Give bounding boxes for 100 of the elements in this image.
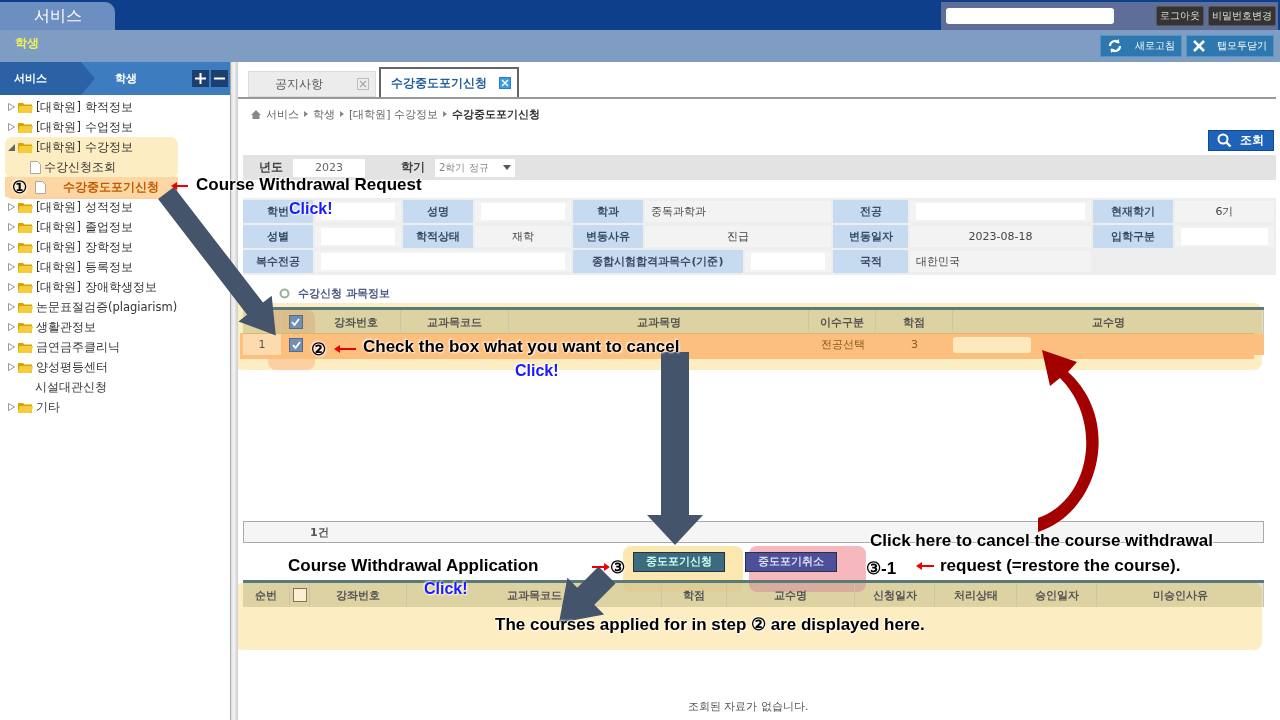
folder-icon	[18, 100, 33, 114]
field-label: 성명	[403, 200, 473, 223]
collapsed-icon[interactable]	[8, 303, 15, 311]
folder-icon	[18, 300, 33, 314]
folder-icon	[18, 320, 33, 334]
field-label: 종합시험합격과목수(기준)	[573, 250, 743, 273]
tree-item[interactable]: 생활관정보	[0, 317, 100, 337]
header-button[interactable]: 로그아웃	[1156, 6, 1204, 26]
click-hint: Click!	[515, 362, 559, 380]
folder-icon	[18, 280, 33, 294]
toolbar-button[interactable]: 탭모두닫기	[1186, 35, 1274, 57]
field-label: 복수전공	[243, 250, 313, 273]
field-label: 현재학기	[1093, 200, 1173, 223]
tree-item[interactable]: [대학원] 장학정보	[0, 237, 137, 257]
tree-item[interactable]: 시설대관신청	[0, 377, 111, 397]
field-label: 전공	[833, 200, 908, 223]
breadcrumb-item[interactable]: 학생	[313, 106, 335, 122]
collapsed-icon[interactable]	[8, 103, 15, 111]
field-label: 학적상태	[403, 225, 473, 248]
collapsed-icon[interactable]	[8, 243, 15, 251]
annotation-text: Check the box what you want to cancel	[363, 337, 680, 357]
close-icon	[1193, 40, 1205, 52]
arrow	[916, 562, 935, 570]
filter-label: 년도	[259, 159, 283, 176]
arrow	[334, 345, 357, 353]
annotation-text: Click here to cancel the course withdrawal	[870, 531, 1213, 551]
row-count: 1건	[310, 524, 329, 540]
header-button[interactable]: 비밀번호변경	[1208, 6, 1276, 26]
expand-all-icon[interactable]	[192, 70, 209, 87]
semester-dropdown[interactable]: 2학기 정규	[435, 158, 515, 177]
breadcrumb-item: 수강중도포기신청	[452, 106, 541, 122]
tree-item[interactable]: 양성평등센터	[0, 357, 112, 377]
step-marker: ①	[12, 177, 27, 198]
action-button[interactable]: 중도포기취소	[745, 551, 837, 572]
collapse-all-icon[interactable]	[211, 70, 228, 87]
tree-item[interactable]: [대학원] 학적정보	[0, 97, 137, 117]
section-icon	[279, 287, 290, 299]
close-icon[interactable]	[499, 77, 511, 89]
field-value: 진급	[645, 226, 831, 247]
separator-icon	[340, 111, 344, 117]
field-value: 2023-08-18	[910, 226, 1091, 247]
folder-icon	[18, 220, 33, 234]
field-label: 학과	[573, 200, 643, 223]
section-title: 수강신청 과목정보	[298, 285, 390, 301]
field-value: 중독과학과	[645, 201, 831, 222]
role-title: 학생	[15, 34, 39, 52]
tree-item[interactable]: 기타	[0, 397, 64, 417]
collapsed-icon[interactable]	[8, 323, 15, 331]
tree-item[interactable]: 논문표절검증(plagiarism)	[0, 297, 182, 317]
home-icon	[251, 109, 261, 119]
breadcrumb-item[interactable]: 서비스	[266, 106, 299, 122]
step-marker: ③-1	[866, 558, 897, 579]
close-icon[interactable]	[357, 78, 369, 90]
collapsed-icon[interactable]	[8, 343, 15, 351]
row-checkbox[interactable]	[289, 337, 303, 352]
tab[interactable]: 수강중도포기신청	[379, 67, 519, 97]
folder-icon	[18, 360, 33, 374]
tree-item[interactable]: [대학원] 등록정보	[0, 257, 137, 277]
field-label: 변동일자	[833, 225, 908, 248]
search-icon	[1217, 133, 1232, 148]
field-label: 국적	[833, 250, 908, 273]
folder-icon	[18, 340, 33, 354]
year-field[interactable]: 2023	[293, 158, 365, 177]
collapsed-icon[interactable]	[8, 363, 15, 371]
sidebar-path: 학생	[115, 71, 138, 86]
collapsed-icon[interactable]	[8, 263, 15, 271]
collapsed-icon[interactable]	[8, 223, 15, 231]
collapsed-icon[interactable]	[8, 123, 15, 131]
collapsed-icon[interactable]	[8, 403, 15, 411]
annotation-text: Course Withdrawal Request	[196, 175, 422, 195]
tree-item[interactable]: [대학원] 장애학생정보	[0, 277, 161, 297]
folder-icon	[18, 120, 33, 134]
field-label: 변동사유	[573, 225, 643, 248]
caret-icon	[503, 165, 511, 170]
field-value: 6기	[1175, 201, 1274, 222]
breadcrumb-item[interactable]: [대학원] 수강정보	[349, 106, 439, 122]
click-hint: Click!	[424, 580, 468, 598]
toolbar-button[interactable]: 새로고침	[1100, 35, 1182, 57]
annotation-text: Course Withdrawal Application	[288, 556, 539, 576]
tree-item[interactable]: [대학원] 졸업정보	[0, 217, 137, 237]
click-hint: Click!	[289, 200, 333, 218]
document-icon	[30, 160, 41, 174]
field-label: 성별	[243, 225, 313, 248]
tree-item[interactable]: 수강신청조회	[0, 157, 120, 177]
folder-icon	[18, 400, 33, 414]
collapsed-icon[interactable]	[8, 283, 15, 291]
step-marker: ②	[311, 339, 326, 360]
annotation-text: The courses applied for in step ② are displayed here.	[495, 614, 925, 635]
collapsed-icon[interactable]	[8, 203, 15, 211]
tree-item[interactable]: [대학원] 수업정보	[0, 117, 137, 137]
tab[interactable]: 공지사항	[248, 71, 376, 97]
search-button[interactable]: 조회	[1208, 130, 1274, 151]
field-value: 재학	[475, 226, 571, 247]
action-button[interactable]: 중도포기신청	[633, 551, 725, 572]
refresh-icon	[1107, 38, 1123, 54]
filter-label: 학기	[401, 159, 425, 176]
field-label: 입학구분	[1093, 225, 1173, 248]
row-number[interactable]: 1	[243, 334, 281, 355]
tree-item[interactable]: [대학원] 성적정보	[0, 197, 137, 217]
tree-item[interactable]: 금연금주클리닉	[0, 337, 124, 357]
